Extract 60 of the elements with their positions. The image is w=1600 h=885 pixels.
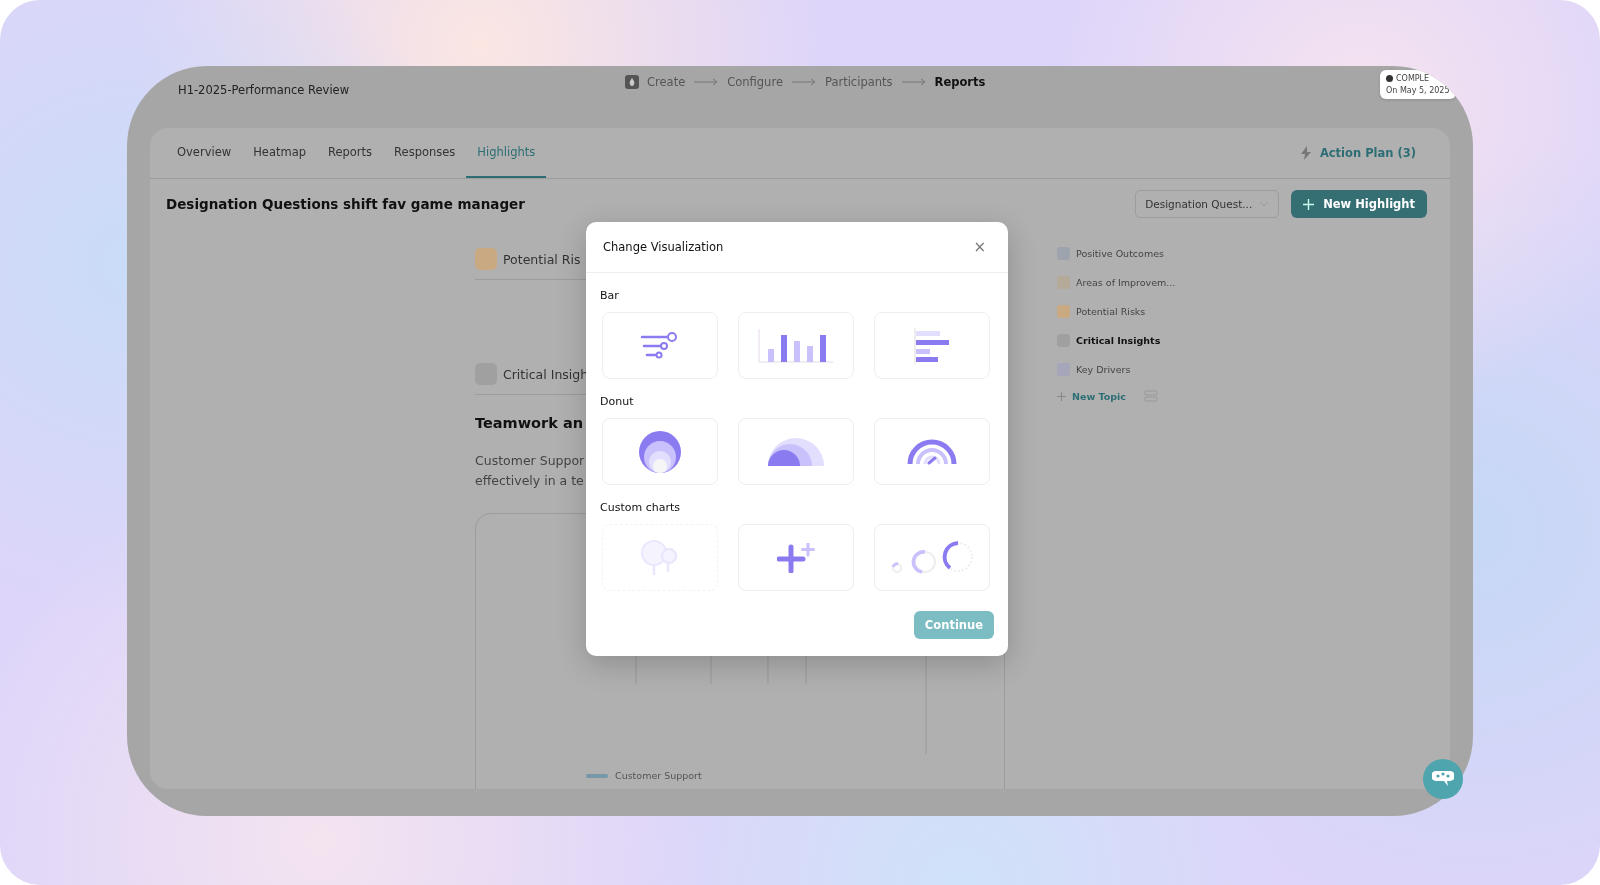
insight-text: Customer Suppor [475,452,585,470]
topic-label: Potential Risks [1076,306,1146,317]
question-dropdown[interactable]: Designation Quest... [1135,190,1280,218]
lollipop-chart-icon [640,331,680,360]
chart-option[interactable] [602,418,718,485]
progress-rings-icon [890,540,974,575]
arrow-icon [900,78,927,86]
insight-text: effectively in a te [475,472,584,490]
arrow-icon [693,78,720,86]
legend-label: Customer Support [615,770,702,781]
dialog-title: Change Visualization [603,240,724,254]
topic-label: Areas of Improvem... [1076,277,1176,288]
chart-option[interactable] [874,312,990,379]
topic-label: Positive Outcomes [1076,248,1164,259]
concentric-circles-icon [638,429,682,474]
semicircle-chart-icon [768,437,824,466]
group-label: Custom charts [600,501,681,514]
group-label: Donut [600,395,635,408]
insight-title: Teamwork an [475,415,584,431]
topic-item[interactable]: Key Drivers [1057,361,1176,378]
column-chart-icon [758,328,834,363]
new-topic-button[interactable]: New Topic [1057,390,1126,402]
horizontal-bar-chart-icon [914,327,950,364]
topic-item[interactable]: Areas of Improvem... [1057,274,1176,291]
chart-option[interactable] [738,524,854,591]
topic-label: Key Drivers [1076,364,1131,375]
tab[interactable]: Heatmap [242,128,317,178]
page-heading: Designation Questions shift fav game manager [166,196,525,212]
plus-icon [777,542,815,573]
plus-icon [1303,198,1315,210]
status-badge: COMPLE On May 5, 2025 [1380,70,1456,99]
tab[interactable]: Overview [166,128,243,178]
chart-option[interactable] [738,418,854,485]
tab[interactable]: Reports [317,128,384,178]
topic-item[interactable]: Positive Outcomes [1057,245,1176,262]
group-label: Bar [600,289,620,302]
arrow-icon [790,78,817,86]
topic-item[interactable]: Critical Insights [1057,332,1176,349]
section-title: Potential Ris [503,251,581,267]
survey-title: H1-2025-Performance Review [178,83,350,97]
tab[interactable]: Highlights [466,128,547,178]
action-plan-link[interactable]: Action Plan (3) [1299,128,1416,178]
bubble-chart-icon [641,539,679,576]
close-button[interactable]: × [969,238,990,256]
chart-option[interactable] [602,312,718,379]
plus-icon [1057,391,1066,401]
step-link[interactable]: Configure [727,75,783,89]
gauge-chart-icon [907,438,957,465]
chart-option[interactable] [738,312,854,379]
chart-option[interactable] [874,418,990,485]
legend-swatch [586,773,608,778]
lightning-icon [1299,146,1312,160]
topic-label: Critical Insights [1076,335,1161,346]
tab[interactable]: Responses [383,128,467,178]
step-link[interactable]: Participants [824,75,893,89]
step-link[interactable]: Create [647,75,686,89]
chat-bot-icon [1432,770,1454,788]
step-link[interactable]: Reports [934,75,986,89]
new-highlight-button[interactable]: New Highlight [1291,190,1427,218]
topic-item[interactable]: Potential Risks [1057,303,1176,320]
